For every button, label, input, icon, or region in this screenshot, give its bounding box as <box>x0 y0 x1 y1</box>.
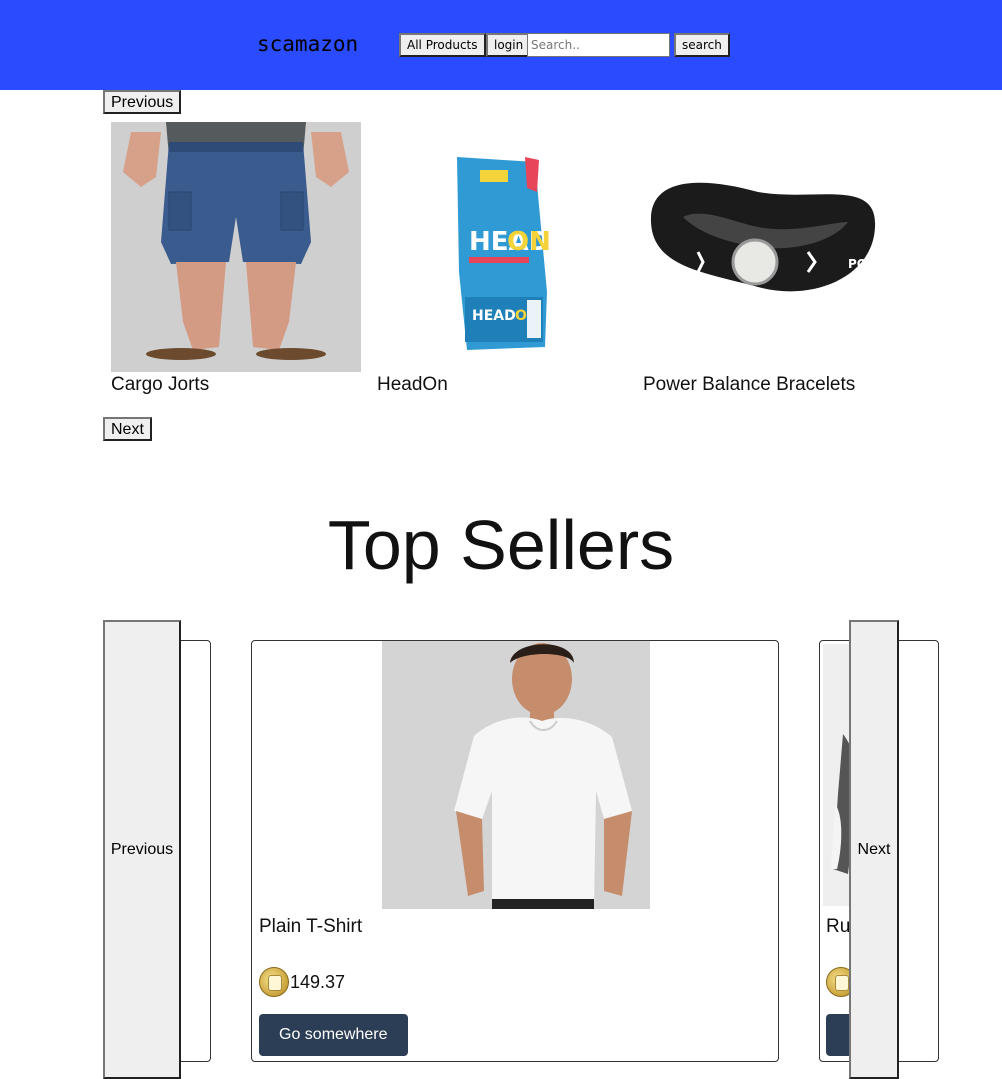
dogecoin-icon <box>259 967 289 997</box>
card-title-plain-tshirt: Plain T-Shirt <box>259 916 363 937</box>
product-tile-headon[interactable]: HEAD ON HEAD ON <box>377 122 627 372</box>
featured-previous-button[interactable]: Previous <box>103 90 182 114</box>
search-input[interactable] <box>527 33 670 57</box>
top-navbar: scamazon All Products login search <box>0 0 1002 90</box>
headon-image[interactable]: HEAD ON HEAD ON <box>377 122 627 372</box>
top-sellers-previous-button[interactable]: Previous <box>103 620 181 1079</box>
product-title-headon[interactable]: HeadOn <box>377 374 448 396</box>
svg-text:HEAD: HEAD <box>472 308 516 324</box>
go-somewhere-button[interactable]: Go somewhere <box>259 1014 408 1056</box>
price-row: 149.37 <box>259 967 345 997</box>
brand-logo[interactable]: scamazon <box>257 32 358 56</box>
product-title-power-balance[interactable]: Power Balance Bracelets <box>643 374 855 396</box>
card-title-next-peek: Ru <box>826 916 851 937</box>
top-sellers-heading: Top Sellers <box>327 506 675 584</box>
cargo-jorts-image[interactable] <box>111 122 361 372</box>
power-balance-image[interactable]: POW <box>643 122 893 372</box>
search-button[interactable]: search <box>674 33 730 57</box>
product-tile-cargo-jorts[interactable] <box>111 122 361 372</box>
svg-text:ON: ON <box>507 227 551 257</box>
svg-text:POW: POW <box>848 257 880 271</box>
product-tile-power-balance[interactable]: POW <box>643 122 893 372</box>
featured-next-button[interactable]: Next <box>103 417 152 441</box>
product-title-cargo-jorts[interactable]: Cargo Jorts <box>111 374 209 396</box>
top-sellers-next-button[interactable]: Next <box>849 620 899 1079</box>
product-card-plain-tshirt: Plain T-Shirt 149.37 Go somewhere <box>251 640 779 1062</box>
login-button[interactable]: login <box>486 33 532 57</box>
price-value: 149.37 <box>290 971 346 992</box>
all-products-button[interactable]: All Products <box>399 33 486 57</box>
plain-tshirt-image <box>382 641 650 909</box>
